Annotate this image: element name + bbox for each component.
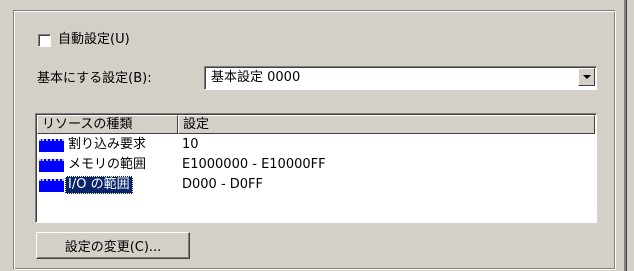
resource-icon [39,179,64,192]
resource-icon [39,139,64,152]
panel-edge [624,0,627,271]
resource-list[interactable]: リソースの種類 設定 割り込み要求 10 メモリの範囲 E1000000 - E… [35,113,597,223]
resource-row-irq[interactable]: 割り込み要求 10 [37,135,595,155]
basis-setting-row: 基本にする設定(B): [37,67,152,91]
resource-type: 割り込み要求 [68,137,147,152]
basis-setting-label: 基本にする設定(B): [37,71,152,86]
basis-setting-value[interactable]: 基本設定 0000 [211,69,300,87]
basis-setting-select[interactable]: 基本設定 0000 [204,66,597,90]
auto-setting-option[interactable]: 自動設定(U) [38,30,130,50]
resource-setting: E1000000 - E10000FF [182,157,326,172]
resource-setting: D000 - D0FF [182,177,264,192]
chevron-down-icon [582,75,591,79]
column-header-setting[interactable]: 設定 [178,115,595,134]
resource-type: メモリの範囲 [68,157,147,172]
resource-type: I/O の範囲 [65,176,133,194]
dropdown-button[interactable] [578,68,595,86]
auto-setting-label[interactable]: 自動設定(U) [58,31,130,49]
change-setting-button[interactable]: 設定の変更(C)... [36,232,190,259]
resource-icon [39,159,64,172]
resource-row-io[interactable]: I/O の範囲 D000 - D0FF [37,175,595,195]
resource-list-header: リソースの種類 設定 [37,115,595,134]
change-setting-button-label: 設定の変更(C)... [64,240,162,255]
column-header-resource-type[interactable]: リソースの種類 [37,115,178,134]
resource-row-memory[interactable]: メモリの範囲 E1000000 - E10000FF [37,155,595,175]
resource-setting: 10 [182,137,199,152]
auto-setting-checkbox[interactable] [38,33,51,47]
